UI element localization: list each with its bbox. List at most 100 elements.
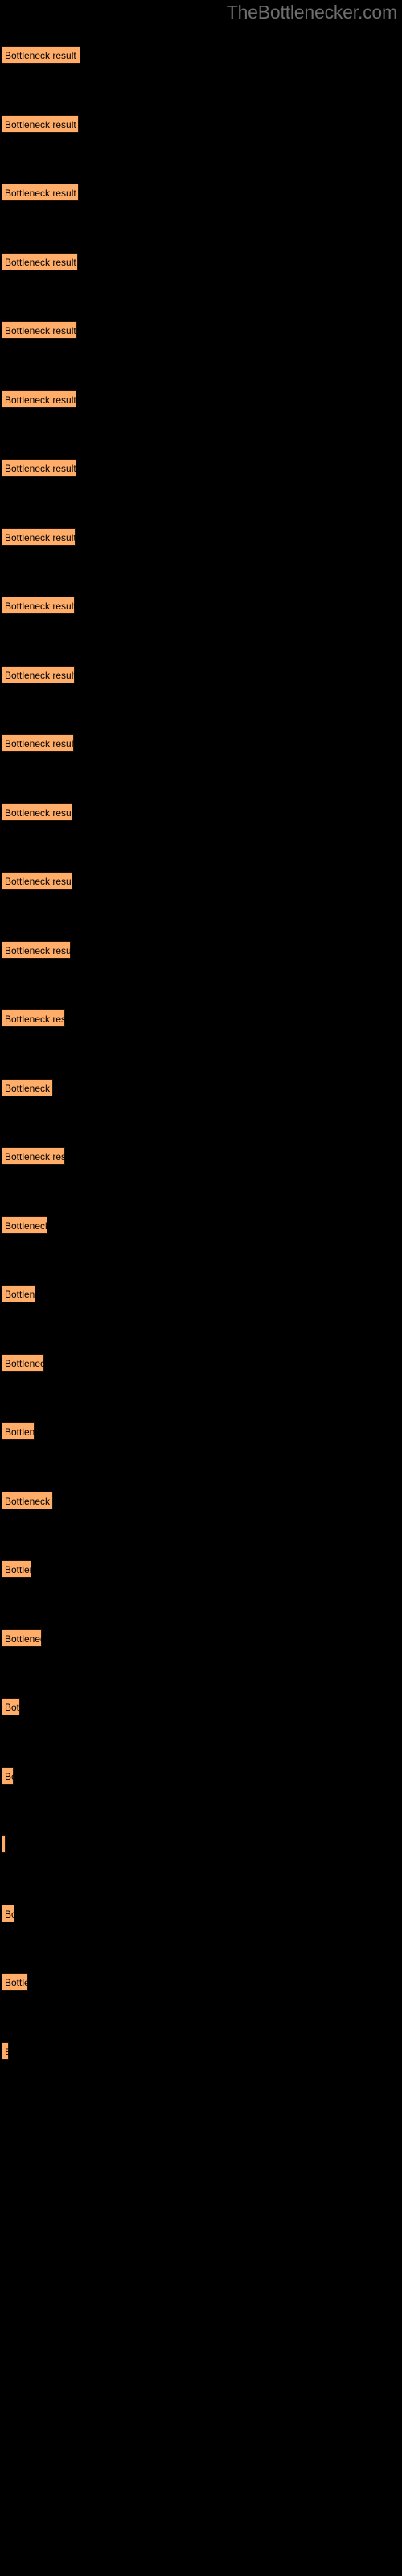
bar-row: Bottleneck result: [0, 115, 402, 151]
bar-row: Bottleneck result: [0, 1009, 402, 1045]
bar[interactable]: Bottleneck result: [2, 941, 71, 959]
bar-label-clip: Bottleneck result: [2, 1423, 35, 1441]
bar-label-clip: Bottleneck result: [2, 735, 74, 753]
bar-label-clip: Bottleneck result: [2, 391, 76, 409]
bar[interactable]: Bottleneck result: [2, 1973, 28, 1991]
bar-label-clip: Bottleneck result: [2, 1286, 35, 1303]
bar-label-clip: Bottleneck result: [2, 1699, 20, 1716]
bar-label: Bottleneck result: [5, 1836, 6, 1854]
bar[interactable]: Bottleneck result: [2, 1216, 47, 1234]
bar[interactable]: Bottleneck result: [2, 115, 79, 133]
bar[interactable]: Bottleneck result: [2, 184, 79, 201]
bar-label: Bottleneck result: [5, 1496, 53, 1507]
bar[interactable]: Bottleneck result: [2, 528, 76, 546]
bar-label-clip: Bottleneck result: [2, 460, 76, 477]
bar-label: Bottleneck result: [5, 601, 75, 612]
bar-row: Bottleneck result: [0, 1698, 402, 1733]
bar-row: Bottleneck result: [0, 1079, 402, 1114]
bar-label-clip: Bottleneck result: [2, 184, 79, 202]
bar-row: Bottleneck result: [0, 1767, 402, 1802]
bar-label: Bottleneck result: [5, 119, 76, 130]
bar-label: Bottleneck result: [5, 1633, 42, 1645]
bar-label: Bottleneck result: [5, 1289, 35, 1300]
bar-label-clip: Bottleneck result: [2, 2043, 9, 2061]
bar[interactable]: Bottleneck result: [2, 321, 77, 339]
bar-label: Bottleneck result: [5, 1358, 44, 1369]
bar[interactable]: Bottleneck result: [2, 1835, 6, 1853]
bar[interactable]: Bottleneck result: [2, 390, 76, 408]
bar-label: Bottleneck result: [5, 876, 72, 887]
bar-label: Bottleneck result: [5, 1151, 65, 1162]
bar[interactable]: Bottleneck result: [2, 1147, 65, 1165]
bar-row: Bottleneck result: [0, 1147, 402, 1183]
bar-row: Bottleneck result: [0, 1560, 402, 1596]
bar-row: Bottleneck result: [0, 941, 402, 976]
bar-label: Bottleneck result: [5, 1083, 53, 1094]
bar[interactable]: Bottleneck result: [2, 1079, 53, 1096]
bar[interactable]: Bottleneck result: [2, 1354, 44, 1372]
bar[interactable]: Bottleneck result: [2, 597, 75, 614]
bar-row: Bottleneck result: [0, 1492, 402, 1527]
bar[interactable]: Bottleneck result: [2, 1492, 53, 1509]
bar[interactable]: Bottleneck result: [2, 1009, 65, 1027]
bar[interactable]: Bottleneck result: [2, 2042, 9, 2060]
bar-label: Bottleneck result: [5, 807, 72, 819]
bar-label-clip: Bottleneck result: [2, 1974, 28, 1992]
bar-label: Bottleneck result: [5, 670, 75, 681]
bar[interactable]: Bottleneck result: [2, 1698, 20, 1715]
bar-label: Bottleneck result: [5, 394, 76, 406]
bar[interactable]: Bottleneck result: [2, 46, 80, 64]
bar-label-clip: Bottleneck result: [2, 1148, 65, 1166]
bar-row: Bottleneck result: [0, 1629, 402, 1665]
bar-label: Bottleneck result: [5, 2046, 9, 2058]
bar-label-clip: Bottleneck result: [2, 1905, 14, 1923]
bar-label-clip: Bottleneck result: [2, 1080, 53, 1097]
bar[interactable]: Bottleneck result: [2, 872, 72, 890]
bar[interactable]: Bottleneck result: [2, 1629, 42, 1647]
bar-label-clip: Bottleneck result: [2, 1492, 53, 1510]
bar-label: Bottleneck result: [5, 463, 76, 474]
bar[interactable]: Bottleneck result: [2, 459, 76, 477]
bar-label-clip: Bottleneck result: [2, 873, 72, 890]
bar-label: Bottleneck result: [5, 257, 76, 268]
bar-row: Bottleneck result: [0, 734, 402, 770]
bar-row: Bottleneck result: [0, 321, 402, 357]
bar[interactable]: Bottleneck result: [2, 1767, 14, 1785]
bar[interactable]: Bottleneck result: [2, 1560, 31, 1578]
bar-row: Bottleneck result: [0, 46, 402, 81]
bar-label: Bottleneck result: [5, 945, 71, 956]
bar-row: Bottleneck result: [0, 2042, 402, 2078]
bar[interactable]: Bottleneck result: [2, 253, 78, 270]
bar-label-clip: Bottleneck result: [2, 322, 77, 340]
bar[interactable]: Bottleneck result: [2, 803, 72, 821]
bar-row: Bottleneck result: [0, 184, 402, 219]
bar-label-clip: Bottleneck result: [2, 529, 76, 547]
bar[interactable]: Bottleneck result: [2, 734, 74, 752]
bar-row: Bottleneck result: [0, 666, 402, 701]
bar-label: Bottleneck result: [5, 532, 76, 543]
bar-label: Bottleneck result: [5, 1426, 35, 1438]
bar-row: Bottleneck result: [0, 1285, 402, 1320]
bar-label-clip: Bottleneck result: [2, 597, 75, 615]
bar-label: Bottleneck result: [5, 1013, 65, 1025]
bar-label: Bottleneck result: [5, 1702, 20, 1713]
bar[interactable]: Bottleneck result: [2, 1285, 35, 1302]
bar-row: Bottleneck result: [0, 1216, 402, 1252]
bar-row: Bottleneck result: [0, 1422, 402, 1458]
bar-row: Bottleneck result: [0, 528, 402, 564]
bar-row: Bottleneck result: [0, 597, 402, 632]
bar-label: Bottleneck result: [5, 50, 76, 61]
bar-label-clip: Bottleneck result: [2, 1630, 42, 1648]
bar[interactable]: Bottleneck result: [2, 1905, 14, 1922]
bottleneck-bar-chart: Bottleneck result Bottleneck result Bottle…: [0, 0, 402, 2576]
bar-label: Bottleneck result: [5, 1771, 14, 1782]
bar[interactable]: Bottleneck result: [2, 1422, 35, 1440]
bar-label-clip: Bottleneck result: [2, 942, 71, 960]
bar-label-clip: Bottleneck result: [2, 804, 72, 822]
bar-row: Bottleneck result: [0, 1905, 402, 1940]
bar[interactable]: Bottleneck result: [2, 666, 75, 683]
bar-label: Bottleneck result: [5, 738, 74, 749]
bar-label-clip: Bottleneck result: [2, 116, 79, 134]
bar-row: Bottleneck result: [0, 803, 402, 839]
bar-row: Bottleneck result: [0, 253, 402, 288]
